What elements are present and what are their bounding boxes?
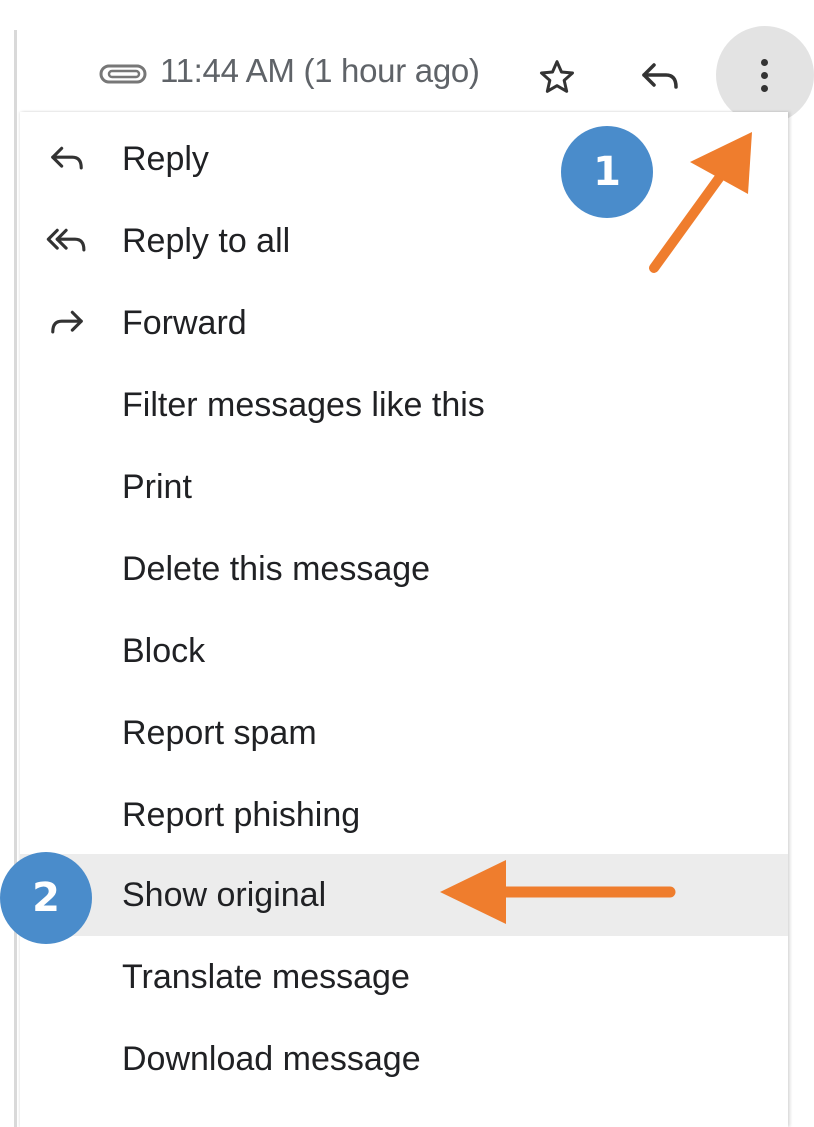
reply-all-icon	[42, 220, 92, 262]
step-badge-2: 2	[0, 852, 92, 944]
message-timestamp: 11:44 AM (1 hour ago)	[160, 52, 480, 89]
menu-item-report-phishing[interactable]: Report phishing	[20, 774, 788, 856]
menu-item-label: Reply	[122, 140, 209, 178]
more-options-button[interactable]	[716, 26, 814, 124]
menu-item-label: Forward	[122, 304, 247, 342]
more-options-icon	[760, 58, 768, 92]
message-header: 11:44 AM (1 hour ago)	[0, 0, 814, 1127]
menu-item-label: Download message	[122, 1040, 421, 1078]
menu-item-forward[interactable]: Forward	[20, 282, 788, 364]
menu-item-report-spam[interactable]: Report spam	[20, 692, 788, 774]
menu-item-print[interactable]: Print	[20, 446, 788, 528]
menu-item-delete[interactable]: Delete this message	[20, 528, 788, 610]
reply-icon[interactable]	[632, 52, 688, 102]
menu-item-label: Delete this message	[122, 550, 431, 588]
menu-item-label: Report phishing	[122, 796, 361, 834]
menu-item-show-original[interactable]: Show original	[20, 854, 788, 936]
menu-item-label: Filter messages like this	[122, 386, 485, 424]
menu-item-label: Translate message	[122, 958, 410, 996]
menu-item-label: Block	[122, 632, 206, 670]
menu-item-label: Report spam	[122, 714, 317, 752]
reply-icon	[42, 138, 92, 180]
divider	[14, 30, 17, 1127]
menu-item-translate[interactable]: Translate message	[20, 936, 788, 1018]
menu-item-label: Print	[122, 468, 192, 506]
menu-item-download[interactable]: Download message	[20, 1018, 788, 1100]
menu-item-block[interactable]: Block	[20, 610, 788, 692]
menu-item-label: Reply to all	[122, 222, 291, 260]
message-options-menu: Reply Reply to all Forward Filter messag…	[20, 112, 788, 1127]
star-icon[interactable]	[532, 52, 582, 102]
step-badge-1: 1	[561, 126, 653, 218]
attachment-icon	[98, 54, 148, 94]
menu-item-label: Show original	[122, 876, 327, 914]
menu-item-reply-all[interactable]: Reply to all	[20, 200, 788, 282]
menu-item-reply[interactable]: Reply	[20, 118, 788, 200]
menu-item-filter-messages[interactable]: Filter messages like this	[20, 364, 788, 446]
forward-icon	[42, 302, 92, 344]
